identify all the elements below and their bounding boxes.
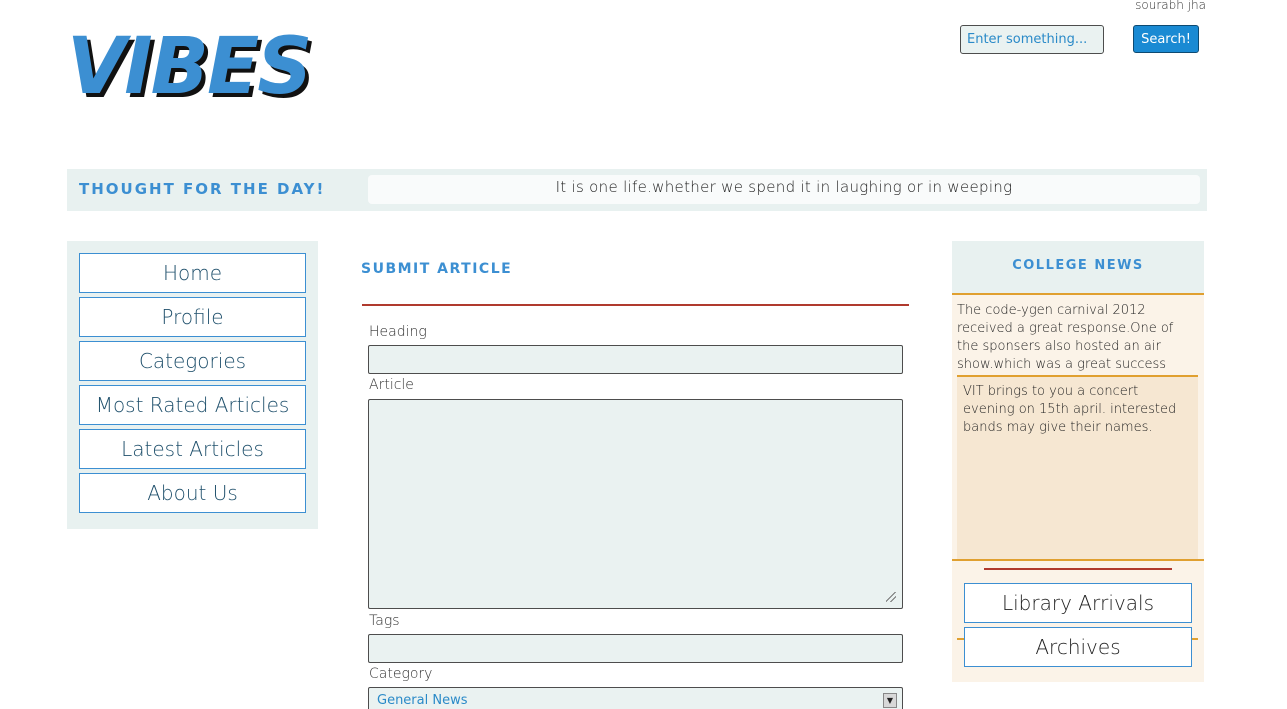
news-divider — [952, 559, 1204, 561]
heading-label: Heading — [369, 324, 427, 340]
thought-title: Thought for the day! — [79, 180, 326, 198]
tags-label: Tags — [369, 613, 400, 629]
college-news-title: College News — [1012, 258, 1144, 273]
tags-field[interactable] — [368, 634, 903, 663]
thought-bar: Thought for the day! It is one life.whet… — [67, 169, 1207, 211]
sidebar-item-categories[interactable]: Categories — [79, 341, 306, 381]
search-input[interactable] — [960, 25, 1104, 54]
category-label: Category — [369, 666, 433, 682]
user-name[interactable]: sourabh jha — [1130, 0, 1206, 12]
article-textarea[interactable] — [368, 399, 903, 609]
page-title: Submit Article — [361, 261, 513, 277]
heading-field[interactable] — [368, 345, 903, 374]
sidebar-item-profile[interactable]: Profile — [79, 297, 306, 337]
resize-grip-icon[interactable] — [886, 592, 896, 602]
library-arrivals-button[interactable]: Library Arrivals — [964, 583, 1192, 623]
sidebar-nav: Home Profile Categories Most Rated Artic… — [67, 241, 318, 529]
category-select[interactable]: General News ▼ — [368, 687, 903, 709]
article-label: Article — [369, 377, 414, 393]
college-news-header: College News — [952, 241, 1204, 295]
chevron-down-icon[interactable]: ▼ — [883, 693, 897, 708]
news-red-divider — [984, 568, 1172, 570]
archives-button[interactable]: Archives — [964, 627, 1192, 667]
category-selected-value: General News — [377, 693, 468, 708]
sidebar-item-latest-articles[interactable]: Latest Articles — [79, 429, 306, 469]
sidebar-item-most-rated-articles[interactable]: Most Rated Articles — [79, 385, 306, 425]
college-news-panel: College News The code-ygen carnival 2012… — [952, 241, 1204, 682]
thought-text: It is one life.whether we spend it in la… — [368, 175, 1200, 204]
title-divider — [362, 304, 909, 306]
news-item: The code-ygen carnival 2012 received a g… — [957, 303, 1174, 372]
site-logo[interactable]: VIBES — [67, 28, 312, 106]
news-item: VIT brings to you a concert evening on 1… — [963, 384, 1177, 435]
news-item-box: VIT brings to you a concert evening on 1… — [957, 375, 1198, 559]
sidebar-item-about-us[interactable]: About Us — [79, 473, 306, 513]
search-button[interactable]: Search! — [1133, 25, 1199, 53]
sidebar-item-home[interactable]: Home — [79, 253, 306, 293]
